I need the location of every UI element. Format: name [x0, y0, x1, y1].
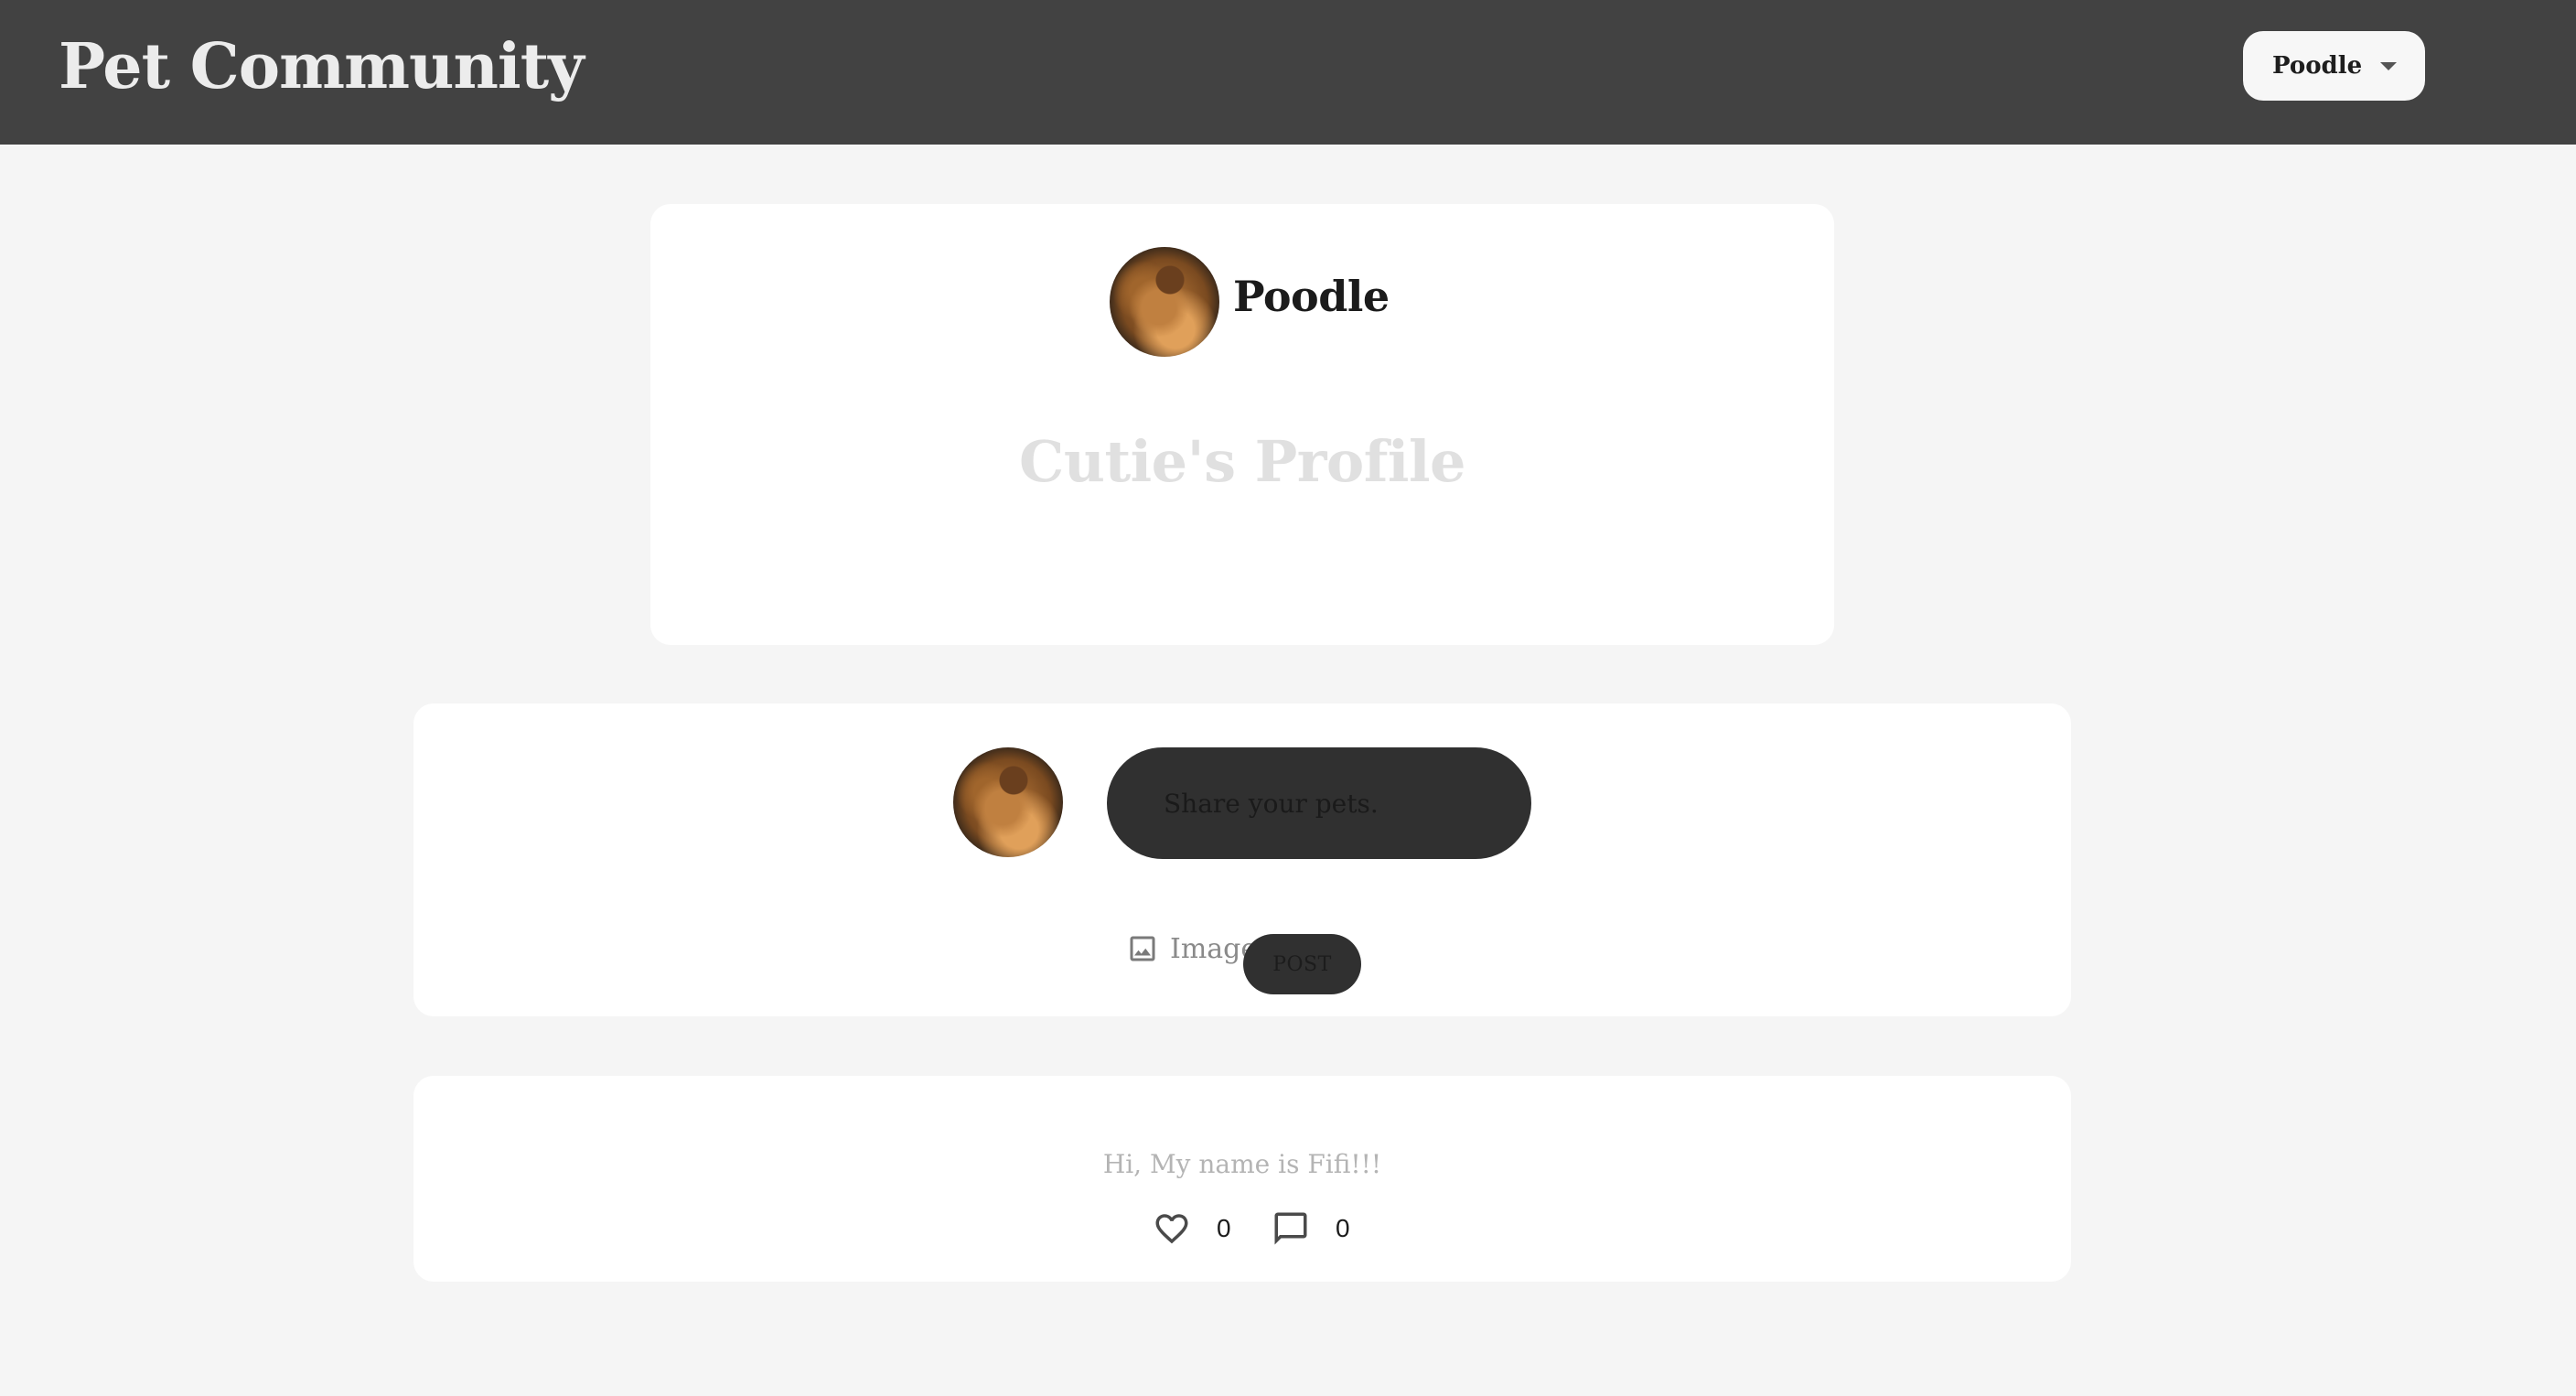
like-count: 0 — [1217, 1214, 1231, 1242]
chevron-down-icon — [2380, 61, 2398, 70]
post-text: Hi, My name is Fifi!!! — [1102, 1149, 1382, 1179]
image-icon — [1130, 936, 1155, 961]
post-composer-card: Image POST — [413, 703, 2071, 1016]
add-image-button[interactable]: Image — [1126, 928, 1257, 970]
comment-button[interactable]: 0 — [1272, 1206, 1350, 1251]
app-title: Pet Community — [59, 30, 585, 103]
profile-card: Poodle Cutie's Profile — [650, 204, 1834, 645]
comment-icon — [1274, 1212, 1307, 1245]
like-button[interactable]: 0 — [1153, 1206, 1231, 1251]
post-button[interactable]: POST — [1243, 934, 1361, 994]
pet-selector-dropdown[interactable]: Poodle — [2243, 31, 2425, 101]
post-card: Hi, My name is Fifi!!! 0 0 — [413, 1076, 2071, 1282]
share-pets-input[interactable] — [1107, 747, 1531, 859]
top-app-bar: Pet Community Poodle — [0, 0, 2576, 145]
heart-icon — [1155, 1214, 1188, 1244]
pet-selector-value: Poodle — [2272, 52, 2363, 80]
profile-heading: Cutie's Profile — [1019, 428, 1465, 495]
profile-name: Poodle — [1233, 272, 1390, 321]
comment-count: 0 — [1336, 1214, 1350, 1242]
composer-avatar — [953, 747, 1063, 857]
profile-avatar — [1110, 247, 1219, 357]
